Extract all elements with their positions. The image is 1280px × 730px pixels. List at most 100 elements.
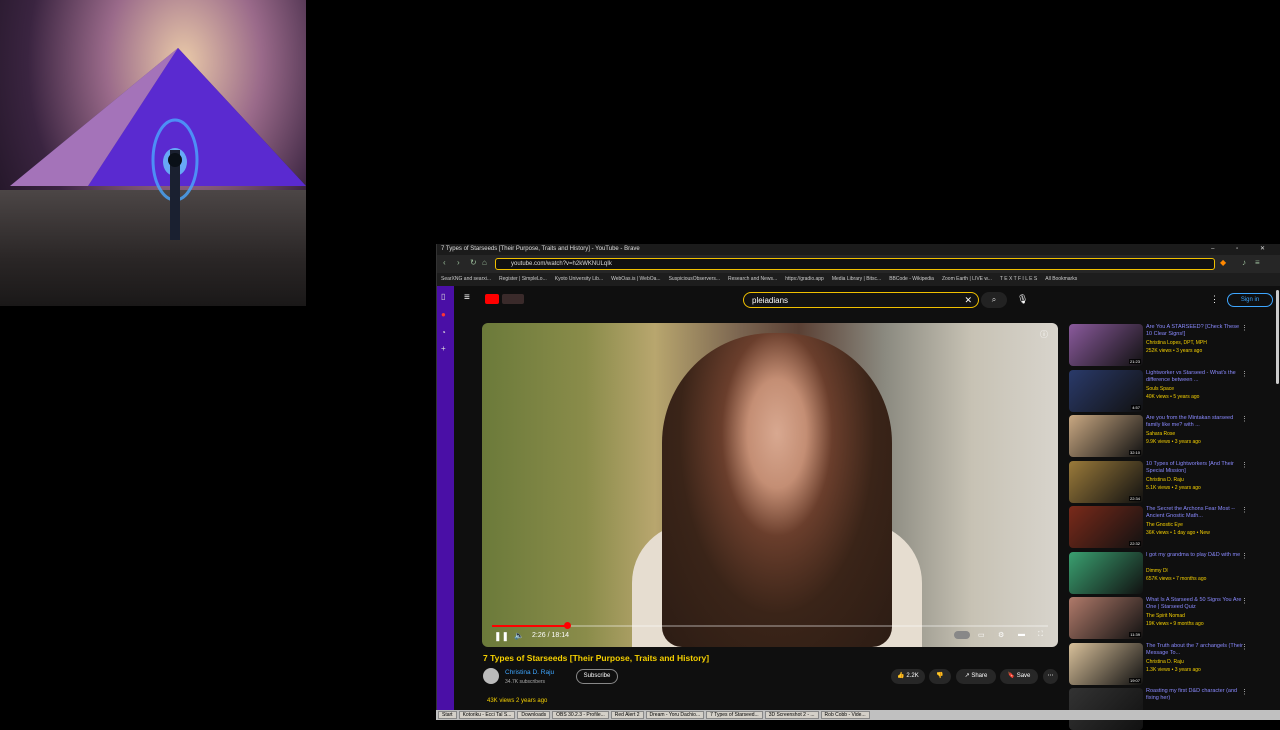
taskbar-item[interactable]: OBS 30.2.3 - Profile... bbox=[552, 711, 609, 719]
fullscreen-icon[interactable]: ⛶ bbox=[1038, 631, 1043, 639]
recommendation-title[interactable]: Are You A STARSEED? [Check These 10 Clea… bbox=[1146, 324, 1246, 338]
subtitles-icon[interactable]: ▭ bbox=[978, 631, 985, 639]
bookmark-item[interactable]: Media Library | Bitsc... bbox=[832, 276, 881, 283]
more-options-icon[interactable]: ⋮ bbox=[1241, 370, 1248, 378]
taskbar-item[interactable]: Red Alert 2 bbox=[610, 711, 644, 719]
bookmark-item[interactable]: Kyoto University Lib... bbox=[555, 276, 603, 283]
history-icon[interactable]: ◔ bbox=[441, 328, 446, 337]
search-button[interactable]: ⌕ bbox=[981, 292, 1007, 308]
recommendation-channel[interactable]: Souls Space bbox=[1146, 386, 1174, 392]
recommendation-channel[interactable]: Christina D. Raju bbox=[1146, 659, 1184, 665]
theater-mode-icon[interactable]: ▬ bbox=[1018, 631, 1025, 638]
bookmark-item[interactable]: T E X T F I L E S bbox=[1000, 276, 1037, 283]
taskbar-item[interactable]: Rob Cobb - Vide... bbox=[820, 711, 870, 719]
volume-icon[interactable]: 🔈 bbox=[514, 631, 524, 640]
recommendation-channel[interactable]: The Gnostic Eye bbox=[1146, 522, 1183, 528]
reload-icon[interactable]: ↻ bbox=[470, 258, 477, 267]
recommendation-title[interactable]: Are you from the Mintakan starseed famil… bbox=[1146, 415, 1246, 429]
recommendation-item[interactable]: 11:39 What Is A Starseed & 50 Signs You A… bbox=[1069, 597, 1249, 639]
microphone-icon[interactable]: 🎙 bbox=[1017, 294, 1028, 305]
channel-name[interactable]: Christina D. Raju bbox=[505, 669, 554, 676]
more-options-icon[interactable]: ⋮ bbox=[1210, 294, 1219, 305]
address-bar[interactable]: youtube.com/watch?v=h2kWKNULqIk bbox=[495, 258, 1215, 270]
search-input[interactable]: pleiadians ✕ bbox=[743, 292, 979, 308]
bookmark-item[interactable]: BBCode - Wikipedia bbox=[889, 276, 934, 283]
recommendation-title[interactable]: 10 Types of Lightworkers [And Their Spec… bbox=[1146, 461, 1246, 475]
youtube-logo-icon[interactable] bbox=[485, 294, 499, 304]
recommendation-thumbnail[interactable]: 22:32 bbox=[1069, 506, 1143, 548]
recommendation-channel[interactable]: Christina Lopes, DPT, MPH bbox=[1146, 340, 1207, 346]
bookmark-item[interactable]: Zoom Earth | LIVE w... bbox=[942, 276, 992, 283]
bookmark-item[interactable]: Register | SimpleLo... bbox=[499, 276, 547, 283]
bookmark-item[interactable]: Research and News... bbox=[728, 276, 777, 283]
settings-icon[interactable]: ⚙ bbox=[998, 631, 1004, 639]
taskbar-item[interactable]: 7 Types of Starseed... bbox=[706, 711, 763, 719]
taskbar-item[interactable]: Downloads bbox=[517, 711, 551, 719]
recommendation-title[interactable]: The Truth about the 7 archangels (Their … bbox=[1146, 643, 1246, 657]
subscribe-button[interactable]: Subscribe bbox=[576, 669, 618, 684]
recommendation-thumbnail[interactable]: 4:57 bbox=[1069, 369, 1143, 412]
recommendation-item[interactable]: 22:32 The Secret the Archons Fear Most --… bbox=[1069, 506, 1249, 548]
autoplay-toggle[interactable] bbox=[954, 631, 970, 639]
recommendation-thumbnail[interactable]: 22:34 bbox=[1069, 460, 1143, 503]
recommendation-channel[interactable]: Dimmy Dl bbox=[1146, 568, 1168, 574]
hamburger-menu-icon[interactable]: ≡ bbox=[464, 292, 470, 303]
recommendation-item[interactable]: I got my grandma to play D&D with me Dimm… bbox=[1069, 551, 1249, 594]
recommendation-item[interactable]: Roasting my first D&D character (and fix… bbox=[1069, 688, 1249, 730]
recommendation-thumbnail[interactable]: 32:10 bbox=[1069, 415, 1143, 457]
brave-shield-icon[interactable]: ◆ bbox=[1220, 258, 1226, 267]
more-options-icon[interactable]: ⋮ bbox=[1241, 461, 1248, 469]
more-options-icon[interactable]: ⋮ bbox=[1241, 506, 1248, 514]
menu-icon[interactable]: ≡ bbox=[1255, 258, 1260, 267]
progress-scrubber[interactable] bbox=[563, 622, 571, 629]
recommendation-title[interactable]: Roasting my first D&D character (and fix… bbox=[1146, 688, 1246, 702]
sidebar-panel-icon[interactable]: ▯ bbox=[441, 292, 445, 301]
recommendation-thumbnail[interactable]: 21:23 bbox=[1069, 324, 1143, 366]
more-options-icon[interactable]: ⋮ bbox=[1241, 643, 1248, 651]
recommendation-thumbnail[interactable]: 11:39 bbox=[1069, 597, 1143, 639]
taskbar-item[interactable]: Dream - Yoru Dachio... bbox=[645, 711, 705, 719]
pause-icon[interactable]: ❚❚ bbox=[494, 631, 509, 642]
recommendation-thumbnail[interactable] bbox=[1069, 688, 1143, 730]
bookmark-item[interactable]: SuspiciousObservers... bbox=[669, 276, 720, 283]
recommendation-thumbnail[interactable] bbox=[1069, 551, 1143, 594]
media-icon[interactable]: ♪ bbox=[1242, 258, 1246, 267]
more-options-icon[interactable]: ⋮ bbox=[1241, 597, 1248, 605]
recommendation-item[interactable]: 21:23 Are You A STARSEED? [Check These 10… bbox=[1069, 324, 1249, 366]
bookmark-icon[interactable]: ⌂ bbox=[482, 258, 487, 267]
youtube-sidebar-icon[interactable]: ● bbox=[441, 310, 446, 319]
recommendation-channel[interactable]: Christina D. Raju bbox=[1146, 477, 1184, 483]
more-options-icon[interactable]: ⋮ bbox=[1241, 415, 1248, 423]
recommendation-title[interactable]: I got my grandma to play D&D with me bbox=[1146, 552, 1246, 559]
bookmark-item[interactable]: All Bookmarks bbox=[1045, 276, 1077, 283]
info-icon[interactable]: ⓘ bbox=[1040, 329, 1048, 340]
back-icon[interactable]: ‹ bbox=[443, 258, 446, 267]
page-scrollbar[interactable] bbox=[1276, 290, 1279, 384]
forward-icon[interactable]: › bbox=[457, 258, 460, 267]
bookmark-item[interactable]: WebOas.is | WebOa... bbox=[611, 276, 660, 283]
clear-search-icon[interactable]: ✕ bbox=[964, 295, 972, 306]
taskbar-item[interactable]: Kotoriku - Ecci Tal S... bbox=[458, 711, 516, 719]
more-actions-button[interactable]: ⋯ bbox=[1043, 669, 1058, 684]
recommendation-title[interactable]: Lightworker vs Starseed - What's the dif… bbox=[1146, 370, 1246, 384]
taskbar-item[interactable]: 3D Screenshot 2 - ... bbox=[764, 711, 819, 719]
recommendation-thumbnail[interactable]: 19:07 bbox=[1069, 642, 1143, 685]
recommendation-channel[interactable]: Sahara Rose bbox=[1146, 431, 1175, 437]
more-options-icon[interactable]: ⋮ bbox=[1241, 552, 1248, 560]
more-options-icon[interactable]: ⋮ bbox=[1241, 688, 1248, 696]
add-panel-icon[interactable]: + bbox=[441, 344, 446, 353]
bookmark-item[interactable]: SearXNG and searxi... bbox=[441, 276, 491, 283]
recommendation-title[interactable]: What Is A Starseed & 50 Signs You Are On… bbox=[1146, 597, 1246, 611]
recommendation-item[interactable]: 4:57 Lightworker vs Starseed - What's the… bbox=[1069, 369, 1249, 412]
save-button[interactable]: 🔖 Save bbox=[1000, 669, 1038, 684]
recommendation-item[interactable]: 22:34 10 Types of Lightworkers [And Their… bbox=[1069, 460, 1249, 503]
channel-avatar[interactable] bbox=[483, 668, 499, 684]
dislike-button[interactable]: 👎 bbox=[929, 669, 951, 684]
recommendation-title[interactable]: The Secret the Archons Fear Most -- Anci… bbox=[1146, 506, 1246, 520]
share-button[interactable]: ↗ Share bbox=[956, 669, 996, 684]
bookmark-item[interactable]: https://gradio.app bbox=[785, 276, 824, 283]
sign-in-button[interactable]: Sign in bbox=[1227, 293, 1273, 307]
recommendation-channel[interactable]: The Spirit Nomad bbox=[1146, 613, 1185, 619]
start-button[interactable]: Start bbox=[438, 711, 457, 719]
window-controls[interactable]: – ▫ ✕ bbox=[1211, 245, 1275, 252]
